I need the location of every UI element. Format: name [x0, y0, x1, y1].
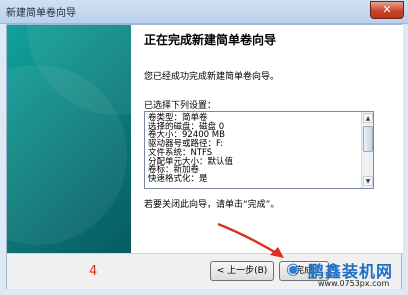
settings-scrollbar[interactable]: ▲ ▼ [361, 112, 373, 188]
finish-instruction: 若要关闭此向导，请单击“完成”。 [144, 200, 280, 210]
annotation-arrow-icon [217, 222, 284, 258]
scroll-down-icon[interactable]: ▼ [363, 176, 373, 186]
wizard-content: 正在完成新建简单卷向导 您已经成功完成新建简单卷向导。 已选择下列设置： 卷类型… [131, 25, 403, 253]
site-watermark: ◉ 鹏鑫装机网 www.0753px.com [284, 256, 408, 295]
title-bar[interactable]: 新建简单卷向导 ✕ [0, 0, 408, 24]
close-button[interactable]: ✕ [370, 1, 404, 19]
completion-message: 您已经成功完成新建简单卷向导。 [144, 72, 280, 82]
wizard-window: 新建简单卷向导 ✕ 正在完成新建简单卷向导 您已经成功完成新建简单卷向导。 已选… [0, 0, 408, 295]
scroll-thumb[interactable] [363, 126, 373, 152]
watermark-url: www.0753px.com [318, 279, 390, 288]
wizard-client-area: 正在完成新建简单卷向导 您已经成功完成新建简单卷向导。 已选择下列设置： 卷类型… [6, 24, 403, 289]
wizard-side-banner [7, 25, 131, 253]
settings-summary-box[interactable]: 卷类型：简单卷 选择的磁盘：磁盘 0 卷大小：92400 MB 驱动器号或路径：… [144, 111, 374, 189]
watermark-logo-icon: ◉ [286, 259, 300, 278]
back-button[interactable]: < 上一步(B) [210, 261, 274, 281]
step-number-annotation: 4 [89, 264, 98, 279]
page-title: 正在完成新建简单卷向导 [144, 33, 277, 47]
window-title: 新建简单卷向导 [6, 8, 76, 19]
scroll-up-icon[interactable]: ▲ [363, 113, 373, 123]
settings-summary-text: 卷类型：简单卷 选择的磁盘：磁盘 0 卷大小：92400 MB 驱动器号或路径：… [148, 113, 234, 184]
selected-settings-label: 已选择下列设置： [144, 101, 217, 111]
